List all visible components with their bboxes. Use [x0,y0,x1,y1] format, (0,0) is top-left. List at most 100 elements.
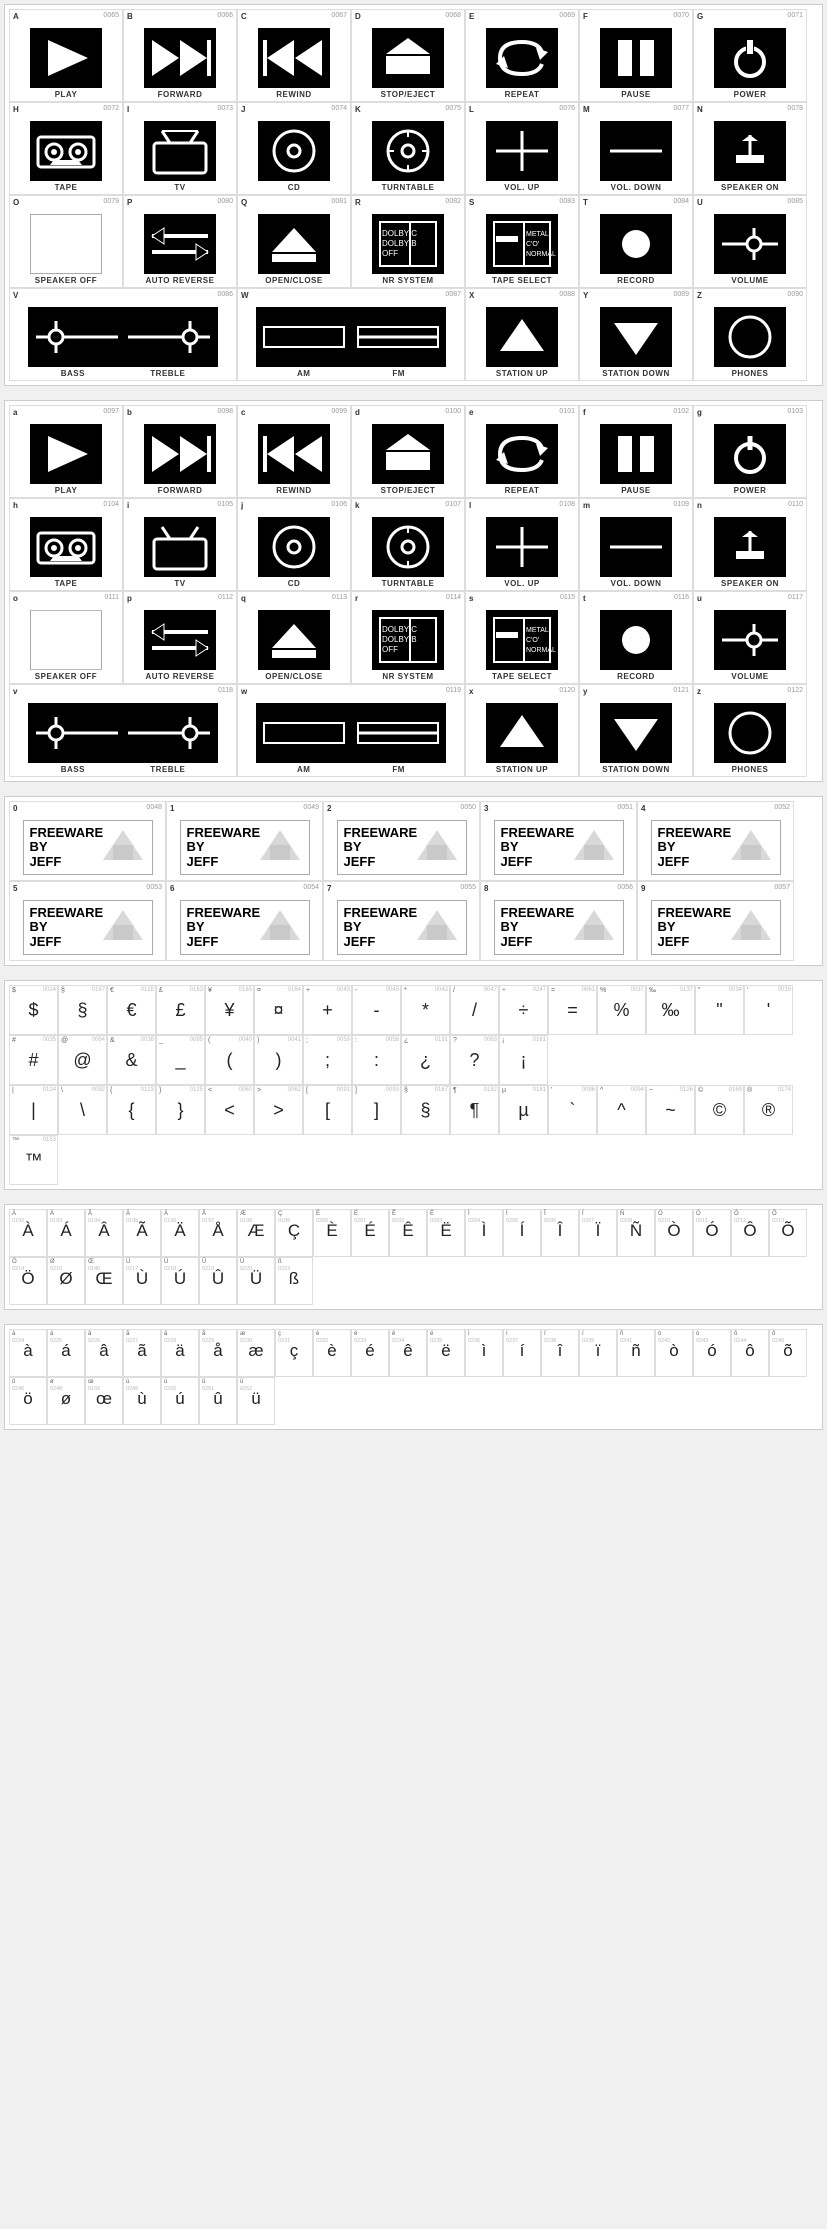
cell-C: C 0067 REWIND [237,9,351,102]
cell-l: l 0108 VOL. UP [465,498,579,591]
acc-e-acute: é0233é [351,1329,389,1377]
cell-t: t 0116 RECORD [579,591,693,684]
spec-hash: #0035# [9,1035,58,1085]
station-down-icon-lc [600,703,672,763]
cell-e: e 0101 REPEAT [465,405,579,498]
spec-pipe: |0124| [9,1085,58,1135]
spec-pilcrow: ¶0182¶ [450,1085,499,1135]
acc-e-grave: è0232è [313,1329,351,1377]
acc-e-uml: ë0235ë [427,1329,465,1377]
cell-x: x 0120 STATION UP [465,684,579,777]
acc-I-uml: Ï0207Ï [579,1209,617,1257]
spec-row-1: .spec-cell { width:49px; min-height:50px… [9,985,818,1035]
cell-W: W 0087 AM FM [237,288,465,381]
rewind-icon-lc [258,424,330,484]
acc-i-acute: í0237í [503,1329,541,1377]
nr-system-icon: DOLBY C DOLBY B OFF [372,214,444,274]
repeat-icon-lc [486,424,558,484]
cell-d: d 0100 STOP/EJECT [351,405,465,498]
acc-A-grave: À0192À [9,1209,47,1257]
acc-o-acute: ó0243ó [693,1329,731,1377]
cd-icon [258,121,330,181]
cell-q: q 0113 OPEN/CLOSE [237,591,351,684]
cell-f: f 0102 PAUSE [579,405,693,498]
spec-divide: ÷0247÷ [499,985,548,1035]
spec-obrace: {0123{ [107,1085,156,1135]
freeware-text-9: FREEWAREBYJEFF [658,906,732,949]
cell-z: z 0122 PHONES [693,684,807,777]
cell-G: G 0071 POWER [693,9,807,102]
cell-R: R 0082 DOLBY C DOLBY B OFF NR SYSTEM [351,195,465,288]
acc-O-circ: Ô0212Ô [731,1209,769,1257]
cell-T: T 0084 RECORD [579,195,693,288]
lc-row-2: h 0104 TAPE i 0105 [9,498,818,591]
num-cell-3: 3 0051 FREEWAREBYJEFF [480,801,637,881]
acc-a-ring: å0229å [199,1329,237,1377]
ua-row-1: À0192À Á0193Á Â0194Â Ã0195Ã Ä0196Ä Å0197… [9,1209,818,1305]
am-fm-icon-lc [256,703,446,763]
spec-inverted-exclaim: ¡0161¡ [499,1035,548,1085]
station-down-icon [600,307,672,367]
acc-c-cedil-lc: ç0231ç [275,1329,313,1377]
svg-text:C'O': C'O' [526,637,539,644]
volume-icon-lc [714,610,786,670]
acc-i-uml: ï0239ï [579,1329,617,1377]
spec-row-3: |0124| \0092\ {0123{ }0125} <0060< >0062… [9,1085,818,1185]
cell-U: U 0085 VOLUME [693,195,807,288]
cell-r: r 0114 DOLBY C DOLBY B OFF NR SYSTEM [351,591,465,684]
cell-A: A 0065 PLAY [9,9,123,102]
spec-row-2: #0035# @0064@ &0038& _0095_ (0040( )0041… [9,1035,818,1085]
spec-copyright: ©0169© [695,1085,744,1135]
volume-icon [714,214,786,274]
acc-n-tilde: ñ0241ñ [617,1329,655,1377]
acc-o-tilde: õ0245õ [769,1329,807,1377]
acc-U-circ: Û0219Û [199,1257,237,1305]
acc-sz: ß0223ß [275,1257,313,1305]
cell-V: V 0086 BASS TREBLE [9,288,237,381]
special-chars-section: .spec-cell { width:49px; min-height:50px… [4,980,823,1190]
vol-up-icon-lc [486,517,558,577]
spec-gt: >0062> [254,1085,303,1135]
spec-section: §0167§ [58,985,107,1035]
spec-ampersand: &0038& [107,1035,156,1085]
speaker-on-icon [714,121,786,181]
spec-caret: ^0094^ [597,1085,646,1135]
spec-currency: ¤0164¤ [254,985,303,1035]
acc-a-circ: â0226â [85,1329,123,1377]
repeat-icon [486,28,558,88]
acc-AE: Æ0198Æ [237,1209,275,1257]
acc-a-uml: ä0228ä [161,1329,199,1377]
spec-trademark: ™0153™ [9,1135,58,1185]
acc-O-stroke: Ø0216Ø [47,1257,85,1305]
forward-icon-lc [144,424,216,484]
spec-backslash: \0092\ [58,1085,107,1135]
acc-u-acute: ú0250ú [161,1377,199,1425]
num-cell-8: 8 0056 FREEWAREBYJEFF [480,881,637,961]
freeware-text-3: FREEWAREBYJEFF [501,826,575,869]
rewind-icon [258,28,330,88]
turntable-icon-lc [372,517,444,577]
num-row-1: 0 0048 FREEWAREBYJEFF 1 0049 FREEWAREBYJ… [9,801,818,881]
cell-v: v 0118 BASS TREBLE [9,684,237,777]
stop-eject-icon-lc [372,424,444,484]
spec-dquote: "0034" [695,985,744,1035]
acc-oe-lc: œ0156œ [85,1377,123,1425]
tape-select-icon-lc: METAL C'O' NORMAL [486,610,558,670]
cell-i: i 0105 TV [123,498,237,591]
tape-icon [30,121,102,181]
auto-reverse-icon [144,214,216,274]
cell-a: a 0097 PLAY [9,405,123,498]
freeware-text-6: FREEWAREBYJEFF [187,906,261,949]
cell-N: N 0078 SPEAKER ON [693,102,807,195]
cell-w: w 0119 AM FM [237,684,465,777]
lc-row-3: o 0111 SPEAKER OFF p 0112 AUTO REVERSE q [9,591,818,684]
stop-eject-icon [372,28,444,88]
freeware-text-1: FREEWAREBYJEFF [187,826,261,869]
spec-plus: +0043+ [303,985,352,1035]
cell-g: g 0103 POWER [693,405,807,498]
num-cell-0: 0 0048 FREEWAREBYJEFF [9,801,166,881]
svg-text:DOLBY C: DOLBY C [382,625,417,634]
cell-h: h 0104 TAPE [9,498,123,591]
acc-a-acute: á0225á [47,1329,85,1377]
gap-3 [0,970,827,976]
